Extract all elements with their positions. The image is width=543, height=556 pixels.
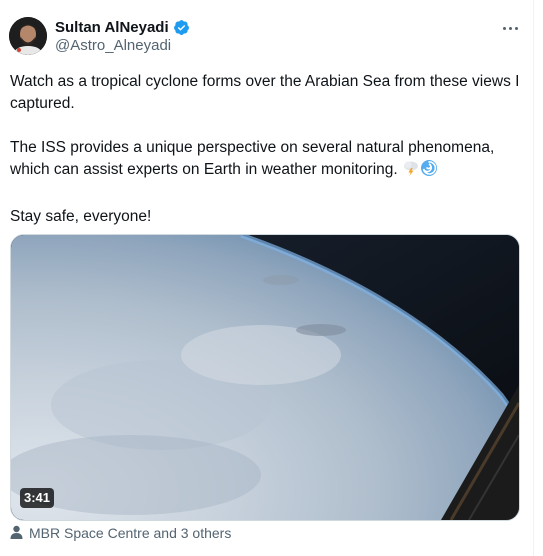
more-options-button[interactable] (496, 16, 524, 40)
tagged-users-link[interactable]: MBR Space Centre and 3 others (10, 523, 231, 543)
person-icon (10, 525, 23, 542)
cyclone-icon (420, 159, 438, 184)
tagged-users-label: MBR Space Centre and 3 others (29, 525, 232, 541)
tweet-card: Sultan AlNeyadi @Astro_Alneyadi Watch as… (0, 0, 534, 556)
tweet-paragraph-3: Stay safe, everyone! (10, 208, 152, 225)
video-player[interactable]: 3:41 (10, 234, 520, 521)
more-dot-icon (514, 26, 518, 30)
display-name[interactable]: Sultan AlNeyadi (55, 19, 169, 36)
cloud-lightning-icon (402, 159, 420, 184)
more-dot-icon (502, 26, 506, 30)
author-handle[interactable]: @Astro_Alneyadi (55, 37, 171, 54)
author-name-row[interactable]: Sultan AlNeyadi (55, 17, 190, 37)
tweet-paragraph-1: Watch as a tropical cyclone forms over t… (10, 73, 520, 112)
earth-from-iss-video-thumbnail (11, 235, 519, 520)
avatar[interactable] (9, 17, 47, 55)
tweet-text: Watch as a tropical cyclone forms over t… (10, 71, 520, 228)
more-dot-icon (508, 26, 512, 30)
tweet-paragraph-2: The ISS provides a unique perspective on… (10, 137, 520, 184)
verified-badge-icon (173, 19, 190, 36)
video-duration-badge: 3:41 (20, 488, 55, 508)
